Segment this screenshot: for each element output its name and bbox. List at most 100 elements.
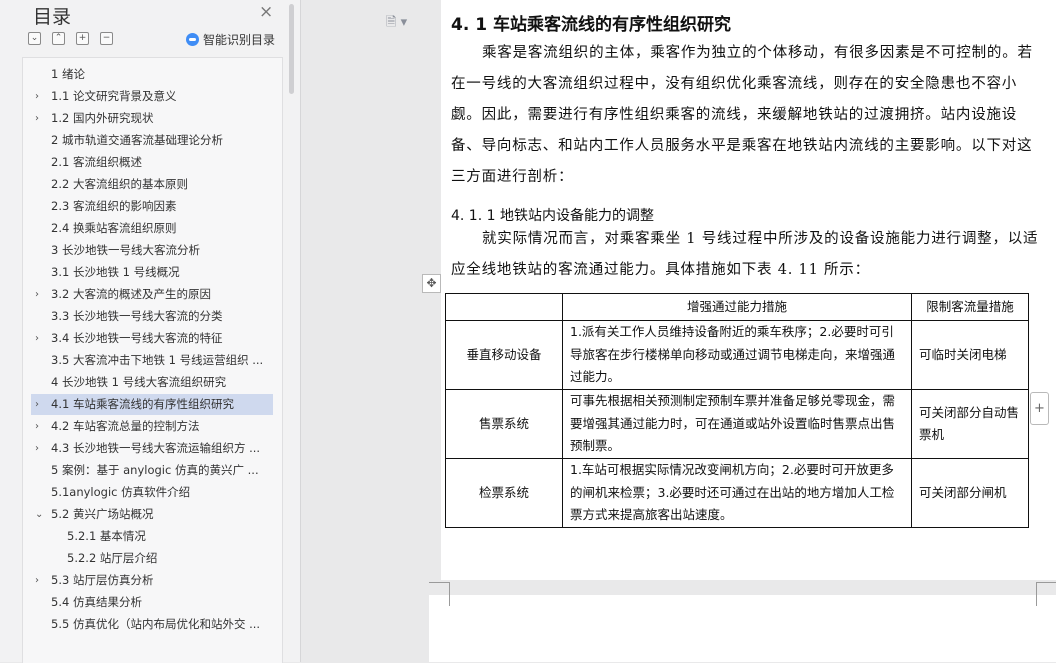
toc-item[interactable]: 5 案例：基于 anylogic 仿真的黄兴广 ... — [31, 460, 273, 481]
toc-item[interactable]: 3.5 大客流冲击下地铁 1 号线运营组织 ... — [31, 350, 273, 371]
toc-item-label: 5.2.2 站厅层介绍 — [67, 551, 158, 565]
page-corner-mark — [1036, 582, 1037, 606]
table-header-cell[interactable]: 限制客流量措施 — [911, 293, 1029, 321]
toc-item-label: 2.1 客流组织概述 — [51, 155, 142, 169]
toc-item-label: 4.1 车站乘客流线的有序性组织研究 — [51, 397, 234, 411]
expand-all-button[interactable]: ⌃ — [52, 32, 65, 45]
table-move-handle-icon[interactable]: ✥ — [422, 274, 441, 293]
page-corner-mark — [1036, 582, 1056, 607]
table-cell[interactable]: 售票系统 — [445, 389, 563, 459]
toc-item[interactable]: 2 城市轨道交通客流基础理论分析 — [31, 130, 273, 151]
table-cell[interactable]: 可关闭部分闸机 — [911, 458, 1029, 528]
table-header-cell[interactable]: 增强通过能力措施 — [562, 293, 912, 321]
toc-title: 目录 — [33, 6, 72, 28]
toc-item[interactable]: 4 长沙地铁 1 号线大客流组织研究 — [31, 372, 273, 393]
toc-item[interactable]: 5.5 仿真优化（站内布局优化和站外交 ... — [31, 614, 273, 635]
toc-item-label: 3.5 大客流冲击下地铁 1 号线运营组织 ... — [51, 353, 264, 367]
chevron-down-icon: ⌄ — [30, 33, 39, 43]
table-cell[interactable]: 检票系统 — [445, 458, 563, 528]
toc-item-label: 2.3 客流组织的影响因素 — [51, 199, 177, 213]
table-cell[interactable]: 可临时关闭电梯 — [911, 320, 1029, 390]
smart-recognize-icon — [186, 33, 199, 46]
toc-item-label: 3.1 长沙地铁 1 号线概况 — [51, 265, 180, 279]
remove-heading-button[interactable]: − — [100, 32, 113, 45]
toc-item-label: 2 城市轨道交通客流基础理论分析 — [51, 133, 223, 147]
chevron-up-icon: ⌃ — [54, 33, 63, 43]
collapse-all-button[interactable]: ⌄ — [28, 32, 41, 45]
toc-item[interactable]: › 3.4 长沙地铁一号线大客流的特征 — [31, 328, 273, 349]
toc-item[interactable]: 3 长沙地铁一号线大客流分析 — [31, 240, 273, 261]
toc-item[interactable]: 2.1 客流组织概述 — [31, 152, 273, 173]
toc-item-label: 2.4 换乘站客流组织原则 — [51, 221, 177, 235]
add-heading-button[interactable]: + — [76, 32, 89, 45]
toc-item[interactable]: › 3.2 大客流的概述及产生的原因 — [31, 284, 273, 305]
toc-list: 1 绪论 › 1.1 论文研究背景及意义 › 1.2 国内外研究现状 2 城市轨道交通客流… — [22, 57, 283, 663]
page-corner-mark — [449, 582, 450, 606]
section-heading: 4. 1 车站乘客流线的有序性组织研究 — [451, 15, 731, 35]
toc-item[interactable]: 2.2 大客流组织的基本原则 — [31, 174, 273, 195]
next-page — [429, 595, 1056, 662]
chevron-right-icon[interactable]: › — [35, 328, 45, 349]
toc-item[interactable]: › 4.3 长沙地铁一号线大客流运输组织方 ... — [31, 438, 273, 459]
toc-sidebar: 目录 × ⌄ ⌃ + − 智能识别目录 1 绪论 › 1.1 论文研究背景及意义 › 1… — [0, 0, 301, 663]
scrollbar-thumb[interactable] — [289, 4, 294, 94]
smart-toc-label: 智能识别目录 — [203, 33, 276, 47]
toc-item[interactable]: › 4.1 车站乘客流线的有序性组织研究 — [31, 394, 273, 415]
toc-item[interactable]: 2.4 换乘站客流组织原则 — [31, 218, 273, 239]
toc-item-label: 5.5 仿真优化（站内布局优化和站外交 ... — [51, 617, 261, 631]
chevron-right-icon[interactable]: › — [35, 570, 45, 591]
toc-item-label: 3.3 长沙地铁一号线大客流的分类 — [51, 309, 223, 323]
toc-item-label: 5.1anylogic 仿真软件介绍 — [51, 485, 191, 499]
paragraph-1: 乘客是客流组织的主体，乘客作为独立的个体移动，有很多因素是不可控制的。若在一号线… — [451, 45, 1033, 185]
chevron-right-icon[interactable]: › — [35, 394, 45, 415]
add-column-button[interactable]: + — [1030, 392, 1049, 425]
chevron-right-icon[interactable]: › — [35, 108, 45, 129]
toc-item[interactable]: 5.2.2 站厅层介绍 — [31, 548, 273, 569]
chevron-down-icon[interactable]: ⌄ — [35, 504, 45, 525]
toc-item[interactable]: › 1.1 论文研究背景及意义 — [31, 86, 273, 107]
toc-item-label: 5.3 站厅层仿真分析 — [51, 573, 154, 587]
document-outline-icon[interactable]: 🗎 ▾ — [386, 13, 407, 35]
toc-item[interactable]: 3.1 长沙地铁 1 号线概况 — [31, 262, 273, 283]
table-row: 垂直移动设备 1.派有关工作人员维持设备附近的乘车秩序；2.必要时可引导旅客在步… — [445, 320, 1029, 390]
toc-item[interactable]: 5.4 仿真结果分析 — [31, 592, 273, 613]
chevron-right-icon[interactable]: › — [35, 284, 45, 305]
toc-item-label: 5.4 仿真结果分析 — [51, 595, 142, 609]
toc-item-label: 3.2 大客流的概述及产生的原因 — [51, 287, 211, 301]
toc-item-label: 4.3 长沙地铁一号线大客流运输组织方 ... — [51, 441, 261, 455]
sidebar-scrollbar[interactable] — [287, 0, 297, 662]
table-header-row: 增强通过能力措施 限制客流量措施 — [445, 293, 1029, 321]
chevron-right-icon[interactable]: › — [35, 86, 45, 107]
table-row: 检票系统 1.车站可根据实际情况改变闸机方向；2.必要时可开放更多的闸机来检票；… — [445, 458, 1029, 528]
table-cell[interactable]: 可关闭部分自动售票机 — [911, 389, 1029, 459]
table-row: 售票系统 可事先根据相关预测制定预制车票并准备足够兑零现金，需要增强其通过能力时… — [445, 389, 1029, 459]
toc-item[interactable]: › 5.3 站厅层仿真分析 — [31, 570, 273, 591]
toc-item[interactable]: 1 绪论 — [31, 64, 273, 85]
toc-item-label: 1.1 论文研究背景及意义 — [51, 89, 177, 103]
chevron-right-icon[interactable]: › — [35, 416, 45, 437]
measures-table: 增强通过能力措施 限制客流量措施 垂直移动设备 1.派有关工作人员维持设备附近的… — [445, 293, 1029, 528]
table-cell[interactable]: 垂直移动设备 — [445, 320, 563, 390]
toc-item[interactable]: › 1.2 国内外研究现状 — [31, 108, 273, 129]
toc-item-label: 5.2.1 基本情况 — [67, 529, 146, 543]
page-corner-mark — [429, 582, 449, 607]
toc-item-label: 4 长沙地铁 1 号线大客流组织研究 — [51, 375, 227, 389]
toc-item[interactable]: 3.3 长沙地铁一号线大客流的分类 — [31, 306, 273, 327]
table-header-cell[interactable] — [445, 293, 563, 321]
toc-item-label: 5 案例：基于 anylogic 仿真的黄兴广 ... — [51, 463, 259, 477]
chevron-right-icon[interactable]: › — [35, 438, 45, 459]
toc-item-label: 2.2 大客流组织的基本原则 — [51, 177, 188, 191]
toc-item[interactable]: ⌄ 5.2 黄兴广场站概况 — [31, 504, 273, 525]
toc-item-label: 3.4 长沙地铁一号线大客流的特征 — [51, 331, 223, 345]
toc-item[interactable]: 5.2.1 基本情况 — [31, 526, 273, 547]
smart-toc-button[interactable]: 智能识别目录 — [186, 31, 275, 48]
close-icon[interactable]: × — [259, 2, 273, 22]
table-cell[interactable]: 1.派有关工作人员维持设备附近的乘车秩序；2.必要时可引导旅客在步行楼梯单向移动… — [562, 320, 912, 390]
table-cell[interactable]: 可事先根据相关预测制定预制车票并准备足够兑零现金，需要增强其通过能力时，可在通道… — [562, 389, 912, 459]
table-cell[interactable]: 1.车站可根据实际情况改变闸机方向；2.必要时可开放更多的闸机来检票；3.必要时… — [562, 458, 912, 528]
toc-item[interactable]: 2.3 客流组织的影响因素 — [31, 196, 273, 217]
toc-item-label: 1.2 国内外研究现状 — [51, 111, 154, 125]
toc-item-label: 5.2 黄兴广场站概况 — [51, 507, 154, 521]
toc-item[interactable]: 5.1anylogic 仿真软件介绍 — [31, 482, 273, 503]
toc-item[interactable]: › 4.2 车站客流总量的控制方法 — [31, 416, 273, 437]
